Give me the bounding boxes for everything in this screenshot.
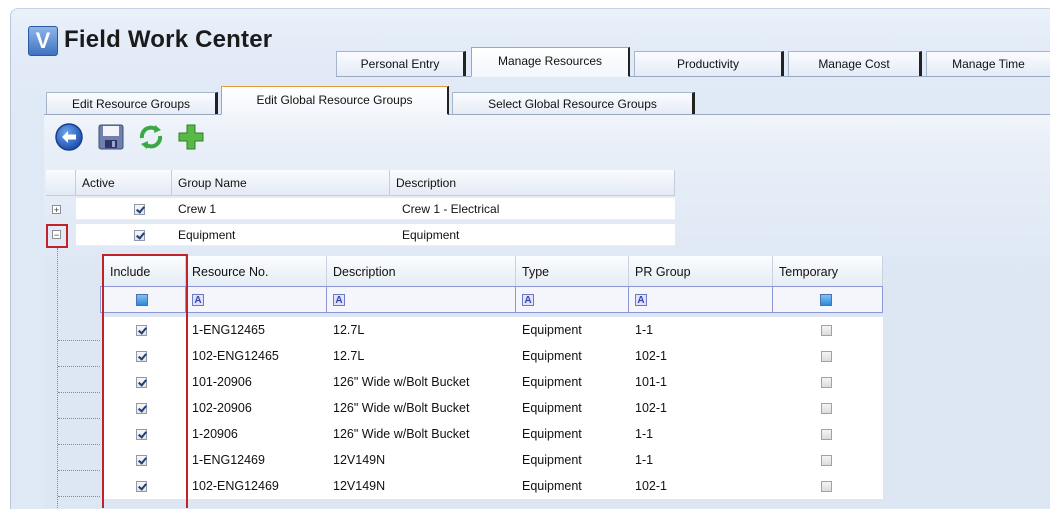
filter-description[interactable]: A bbox=[327, 286, 516, 313]
temporary-cell[interactable] bbox=[773, 317, 883, 343]
temporary-cell[interactable] bbox=[773, 395, 883, 421]
groups-header-description[interactable]: Description bbox=[390, 170, 675, 196]
filter-pr-group[interactable]: A bbox=[629, 286, 773, 313]
description-cell[interactable]: 126" Wide w/Bolt Bucket bbox=[327, 421, 516, 447]
type-cell[interactable]: Equipment bbox=[516, 317, 629, 343]
temporary-checkbox[interactable] bbox=[821, 455, 832, 467]
tree-line bbox=[58, 496, 100, 497]
resources-header-type[interactable]: Type bbox=[516, 256, 629, 288]
filter-text-icon[interactable]: A bbox=[192, 293, 204, 306]
group-active-cell[interactable] bbox=[76, 224, 172, 246]
tree-line bbox=[58, 340, 100, 341]
tab-personal-entry[interactable]: Personal Entry bbox=[336, 51, 466, 76]
temporary-checkbox[interactable] bbox=[821, 377, 832, 389]
resource-no-cell[interactable]: 102-20906 bbox=[186, 395, 327, 421]
temporary-checkbox[interactable] bbox=[821, 429, 832, 441]
description-cell[interactable]: 126" Wide w/Bolt Bucket bbox=[327, 395, 516, 421]
group-description-cell[interactable]: Equipment bbox=[390, 224, 675, 246]
description-cell[interactable]: 12.7L bbox=[327, 343, 516, 369]
resource-no-cell[interactable]: 101-20906 bbox=[186, 369, 327, 395]
group-name-cell[interactable]: Equipment bbox=[172, 224, 390, 246]
temporary-checkbox[interactable] bbox=[821, 325, 832, 337]
subtab-edit-global-resource-groups[interactable]: Edit Global Resource Groups bbox=[221, 86, 449, 115]
description-cell[interactable]: 12.7L bbox=[327, 317, 516, 343]
subtab-select-global-resource-groups[interactable]: Select Global Resource Groups bbox=[452, 92, 695, 114]
active-checkbox[interactable] bbox=[134, 230, 145, 242]
tree-line bbox=[58, 444, 100, 445]
tab-manage-resources[interactable]: Manage Resources bbox=[471, 47, 630, 77]
subtab-edit-resource-groups[interactable]: Edit Resource Groups bbox=[46, 92, 218, 114]
app-title: Field Work Center bbox=[64, 26, 273, 53]
pr-group-cell[interactable]: 102-1 bbox=[629, 473, 773, 499]
filter-resource-no[interactable]: A bbox=[186, 286, 327, 313]
resource-no-cell[interactable]: 1-ENG12469 bbox=[186, 447, 327, 473]
filter-text-icon[interactable]: A bbox=[635, 293, 647, 306]
temporary-cell[interactable] bbox=[773, 343, 883, 369]
type-cell[interactable]: Equipment bbox=[516, 395, 629, 421]
temporary-checkbox[interactable] bbox=[821, 403, 832, 415]
filter-text-icon[interactable]: A bbox=[333, 293, 345, 306]
resource-no-cell[interactable]: 102-ENG12465 bbox=[186, 343, 327, 369]
include-column-highlight-box bbox=[102, 254, 188, 508]
type-cell[interactable]: Equipment bbox=[516, 369, 629, 395]
resource-no-cell[interactable]: 102-ENG12469 bbox=[186, 473, 327, 499]
tab-manage-time[interactable]: Manage Time bbox=[926, 51, 1050, 76]
groups-header-active[interactable]: Active bbox=[76, 170, 172, 196]
resource-no-cell[interactable]: 1-ENG12465 bbox=[186, 317, 327, 343]
tab-manage-cost[interactable]: Manage Cost bbox=[788, 51, 922, 76]
app-logo-icon: V bbox=[28, 26, 58, 56]
pr-group-cell[interactable]: 1-1 bbox=[629, 421, 773, 447]
temporary-cell[interactable] bbox=[773, 421, 883, 447]
pr-group-cell[interactable]: 1-1 bbox=[629, 317, 773, 343]
save-icon[interactable] bbox=[96, 122, 126, 152]
type-cell[interactable]: Equipment bbox=[516, 447, 629, 473]
pr-group-cell[interactable]: 101-1 bbox=[629, 369, 773, 395]
groups-grid-corner bbox=[46, 170, 76, 196]
filter-text-icon[interactable]: A bbox=[522, 293, 534, 306]
tab-productivity[interactable]: Productivity bbox=[634, 51, 784, 76]
tree-line bbox=[58, 470, 100, 471]
resources-header-resource-no[interactable]: Resource No. bbox=[186, 256, 327, 288]
group-description-cell[interactable]: Crew 1 - Electrical bbox=[390, 198, 675, 220]
pr-group-cell[interactable]: 1-1 bbox=[629, 447, 773, 473]
add-icon[interactable] bbox=[176, 122, 206, 152]
filter-checkbox-icon[interactable] bbox=[820, 293, 832, 306]
tree-line bbox=[57, 248, 58, 508]
resources-header-description[interactable]: Description bbox=[327, 256, 516, 288]
temporary-cell[interactable] bbox=[773, 473, 883, 499]
description-cell[interactable]: 12V149N bbox=[327, 473, 516, 499]
description-cell[interactable]: 126" Wide w/Bolt Bucket bbox=[327, 369, 516, 395]
groups-header-group-name[interactable]: Group Name bbox=[172, 170, 390, 196]
temporary-cell[interactable] bbox=[773, 447, 883, 473]
type-cell[interactable]: Equipment bbox=[516, 421, 629, 447]
filter-temporary[interactable] bbox=[773, 286, 883, 313]
tree-line bbox=[58, 366, 100, 367]
tree-line bbox=[58, 418, 100, 419]
temporary-cell[interactable] bbox=[773, 369, 883, 395]
resources-header-pr-group[interactable]: PR Group bbox=[629, 256, 773, 288]
temporary-checkbox[interactable] bbox=[821, 481, 832, 493]
temporary-checkbox[interactable] bbox=[821, 351, 832, 363]
back-arrow-icon[interactable] bbox=[54, 122, 84, 152]
type-cell[interactable]: Equipment bbox=[516, 343, 629, 369]
refresh-icon[interactable] bbox=[136, 122, 166, 152]
group-active-cell[interactable] bbox=[76, 198, 172, 220]
resources-header-temporary[interactable]: Temporary bbox=[773, 256, 883, 288]
pr-group-cell[interactable]: 102-1 bbox=[629, 395, 773, 421]
pr-group-cell[interactable]: 102-1 bbox=[629, 343, 773, 369]
group-name-cell[interactable]: Crew 1 bbox=[172, 198, 390, 220]
type-cell[interactable]: Equipment bbox=[516, 473, 629, 499]
description-cell[interactable]: 12V149N bbox=[327, 447, 516, 473]
resource-no-cell[interactable]: 1-20906 bbox=[186, 421, 327, 447]
active-checkbox[interactable] bbox=[134, 204, 145, 216]
collapse-highlight-box bbox=[46, 224, 68, 248]
tree-line bbox=[58, 392, 100, 393]
filter-type[interactable]: A bbox=[516, 286, 629, 313]
expand-icon[interactable]: + bbox=[52, 205, 61, 215]
